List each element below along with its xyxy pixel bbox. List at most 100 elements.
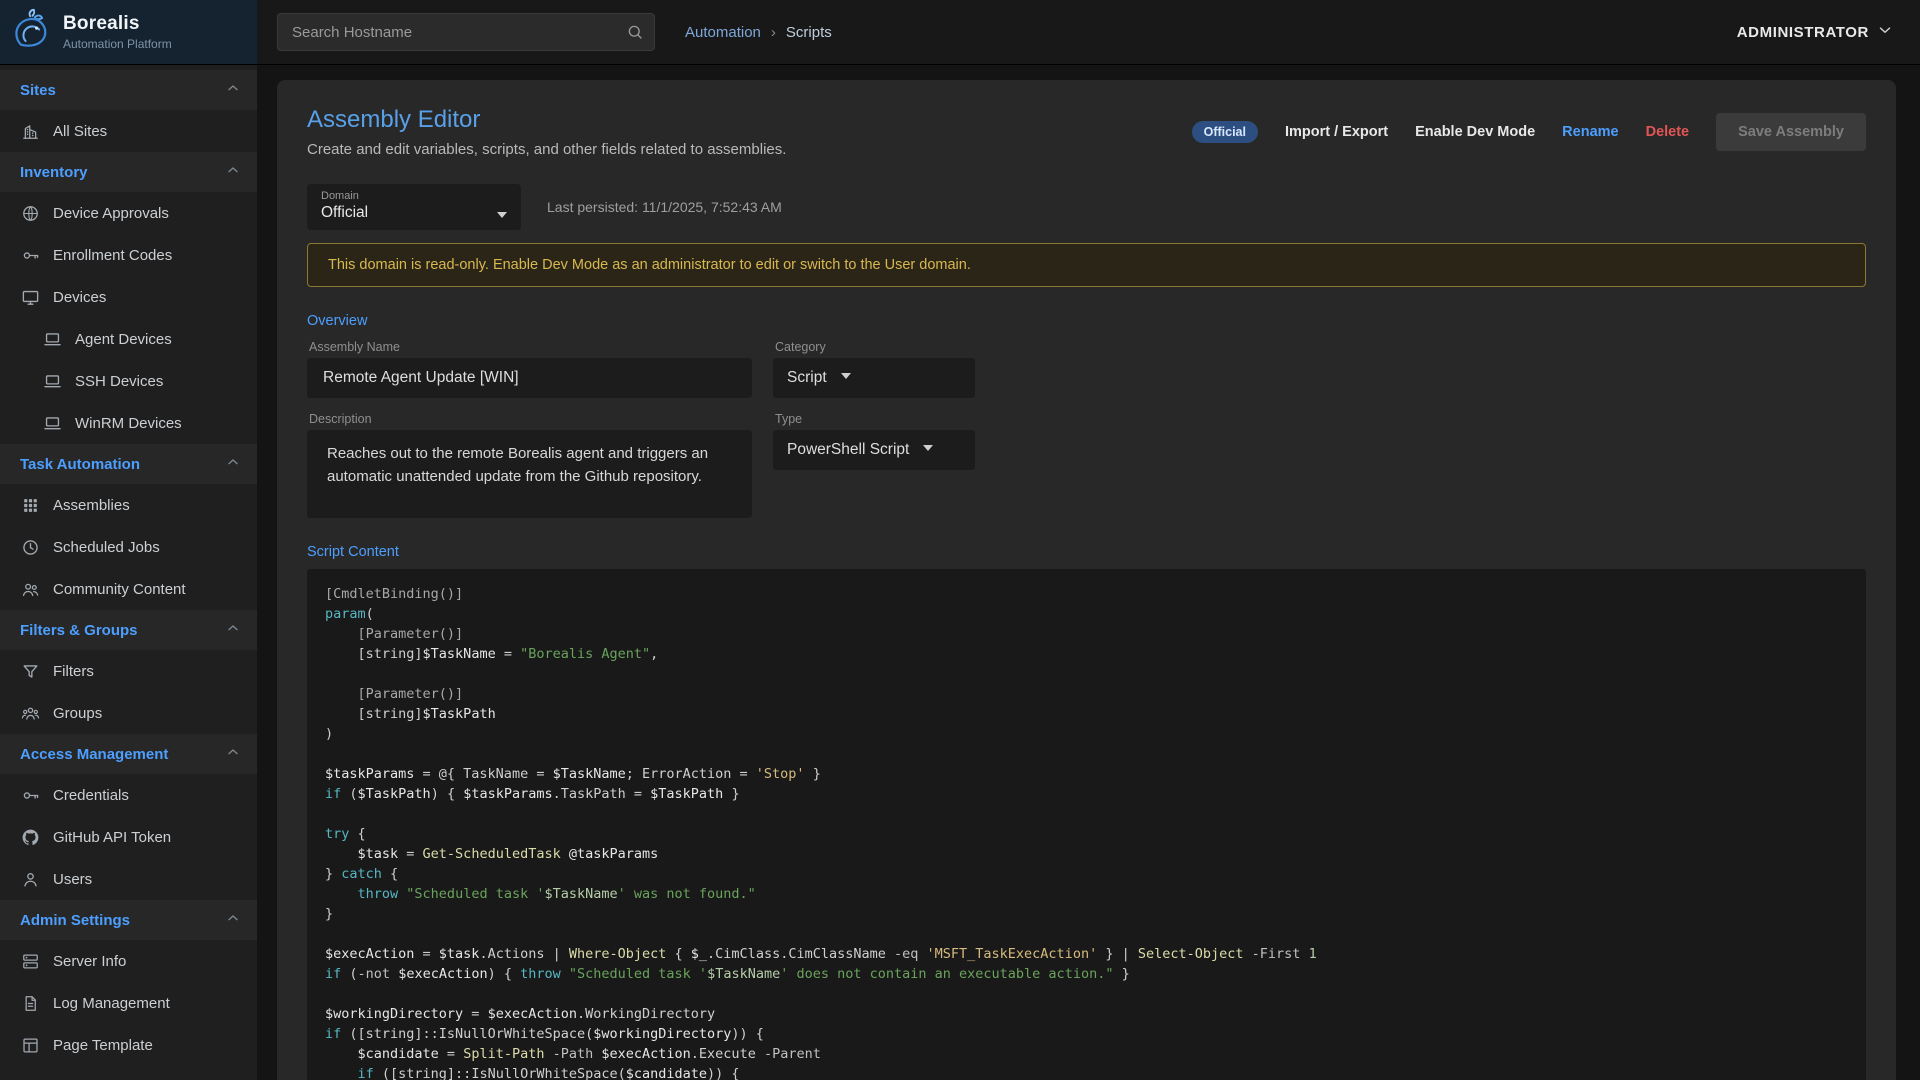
- overview-section-label: Overview: [307, 313, 1866, 329]
- caret-down-icon: [497, 212, 507, 218]
- sidebar-item-server-info[interactable]: Server Info: [0, 940, 257, 982]
- type-label: Type: [775, 412, 975, 426]
- chevron-up-icon: [225, 744, 241, 765]
- domain-select-label: Domain: [321, 190, 359, 202]
- search-icon: [626, 23, 644, 41]
- code-line: }: [325, 904, 1848, 924]
- laptop-icon: [42, 371, 62, 391]
- sidebar-item-label: WinRM Devices: [75, 415, 182, 432]
- sidebar-item-page-template[interactable]: Page Template: [0, 1024, 257, 1066]
- page-subtitle: Create and edit variables, scripts, and …: [307, 141, 786, 158]
- code-line: $workingDirectory = $execAction.WorkingD…: [325, 1004, 1848, 1024]
- readonly-warning-banner: This domain is read-only. Enable Dev Mod…: [307, 243, 1866, 287]
- sidebar-section-label: Inventory: [20, 164, 88, 181]
- code-line: [CmdletBinding()]: [325, 584, 1848, 604]
- chevron-up-icon: [225, 910, 241, 931]
- sidebar-item-enrollment-codes[interactable]: Enrollment Codes: [0, 234, 257, 276]
- sidebar-item-filters[interactable]: Filters: [0, 650, 257, 692]
- sidebar-item-winrm-devices[interactable]: WinRM Devices: [0, 402, 257, 444]
- delete-button[interactable]: Delete: [1646, 124, 1690, 140]
- sidebar-item-label: Assemblies: [53, 497, 130, 514]
- sidebar-item-community-content[interactable]: Community Content: [0, 568, 257, 610]
- rename-button[interactable]: Rename: [1562, 124, 1618, 140]
- code-line: ): [325, 724, 1848, 744]
- sidebar-section-sites[interactable]: Sites: [0, 70, 257, 110]
- brand-name: Borealis: [63, 13, 172, 35]
- assembly-name-label: Assembly Name: [309, 340, 752, 354]
- caret-down-icon: [841, 373, 851, 379]
- sidebar-item-assemblies[interactable]: Assemblies: [0, 484, 257, 526]
- sidebar: Sites All Sites Inventory Device ApprovalsE…: [0, 64, 257, 1080]
- code-line: if ([string]::IsNullOrWhiteSpace($candid…: [325, 1064, 1848, 1080]
- sidebar-item-label: Server Info: [53, 953, 126, 970]
- description-textarea[interactable]: Reaches out to the remote Borealis agent…: [307, 430, 752, 518]
- sidebar-item-label: Credentials: [53, 787, 129, 804]
- sidebar-section-label: Access Management: [20, 746, 168, 763]
- official-badge: Official: [1192, 121, 1258, 143]
- domain-select-value: Official: [321, 204, 483, 222]
- brand-subtitle: Automation Platform: [63, 37, 172, 51]
- assembly-editor-card: Assembly Editor Create and edit variable…: [277, 80, 1896, 1080]
- header-actions: Official Import / Export Enable Dev Mode…: [1192, 113, 1866, 151]
- type-select[interactable]: PowerShell Script: [773, 430, 975, 470]
- category-label: Category: [775, 340, 975, 354]
- enable-dev-mode-button[interactable]: Enable Dev Mode: [1415, 124, 1535, 140]
- brand: Borealis Automation Platform: [0, 0, 257, 64]
- sidebar-section-task-automation[interactable]: Task Automation: [0, 444, 257, 484]
- sidebar-section-label: Sites: [20, 82, 56, 99]
- sidebar-item-credentials[interactable]: Credentials: [0, 774, 257, 816]
- script-editor[interactable]: [CmdletBinding()]param( [Parameter()] [s…: [307, 569, 1866, 1080]
- code-line: if ([string]::IsNullOrWhiteSpace($workin…: [325, 1024, 1848, 1044]
- sidebar-section-admin-settings[interactable]: Admin Settings: [0, 900, 257, 940]
- overview-row-2: Description Reaches out to the remote Bo…: [307, 412, 1866, 518]
- sidebar-item-devices[interactable]: Devices: [0, 276, 257, 318]
- sidebar-item-log-management[interactable]: Log Management: [0, 982, 257, 1024]
- code-line: if ($TaskPath) { $taskParams.TaskPath = …: [325, 784, 1848, 804]
- sidebar-item-label: Groups: [53, 705, 102, 722]
- laptop-icon: [42, 329, 62, 349]
- key-icon: [20, 245, 40, 265]
- breadcrumb-automation[interactable]: Automation: [685, 24, 761, 41]
- chevron-up-icon: [225, 162, 241, 183]
- sidebar-item-scheduled-jobs[interactable]: Scheduled Jobs: [0, 526, 257, 568]
- user-menu[interactable]: ADMINISTRATOR: [1737, 21, 1894, 44]
- sidebar-item-users[interactable]: Users: [0, 858, 257, 900]
- sidebar-item-label: All Sites: [53, 123, 107, 140]
- assembly-name-input[interactable]: Remote Agent Update [WIN]: [307, 358, 752, 398]
- sidebar-section-filters-groups[interactable]: Filters & Groups: [0, 610, 257, 650]
- category-select[interactable]: Script: [773, 358, 975, 398]
- topbar: Borealis Automation Platform Automation …: [0, 0, 1920, 64]
- github-icon: [20, 827, 40, 847]
- sidebar-item-label: Agent Devices: [75, 331, 172, 348]
- type-select-value: PowerShell Script: [787, 441, 909, 459]
- server-icon: [20, 951, 40, 971]
- code-line: [string]$TaskName = "Borealis Agent",: [325, 644, 1848, 664]
- category-select-value: Script: [787, 369, 827, 387]
- sidebar-section-access-management[interactable]: Access Management: [0, 734, 257, 774]
- type-field: Type PowerShell Script: [773, 412, 975, 470]
- sidebar-item-device-approvals[interactable]: Device Approvals: [0, 192, 257, 234]
- sidebar-item-groups[interactable]: Groups: [0, 692, 257, 734]
- sidebar-item-github-api-token[interactable]: GitHub API Token: [0, 816, 257, 858]
- buildings-icon: [20, 121, 40, 141]
- sidebar-item-agent-devices[interactable]: Agent Devices: [0, 318, 257, 360]
- search-input[interactable]: [292, 24, 626, 41]
- sidebar-item-label: Users: [53, 871, 92, 888]
- script-content-section-label: Script Content: [307, 544, 1866, 560]
- code-line: if (-not $execAction) { throw "Scheduled…: [325, 964, 1848, 984]
- filter-icon: [20, 661, 40, 681]
- sidebar-section-inventory[interactable]: Inventory: [0, 152, 257, 192]
- template-icon: [20, 1035, 40, 1055]
- breadcrumb-separator: ›: [771, 24, 776, 41]
- search-box[interactable]: [277, 13, 655, 51]
- sidebar-item-ssh-devices[interactable]: SSH Devices: [0, 360, 257, 402]
- code-line: try {: [325, 824, 1848, 844]
- import-export-button[interactable]: Import / Export: [1285, 124, 1388, 140]
- globe-icon: [20, 203, 40, 223]
- save-assembly-button[interactable]: Save Assembly: [1716, 113, 1866, 151]
- domain-select[interactable]: Domain Official: [307, 184, 521, 230]
- description-label: Description: [309, 412, 752, 426]
- sidebar-item-all-sites[interactable]: All Sites: [0, 110, 257, 152]
- code-line: [325, 804, 1848, 824]
- chevron-up-icon: [225, 620, 241, 641]
